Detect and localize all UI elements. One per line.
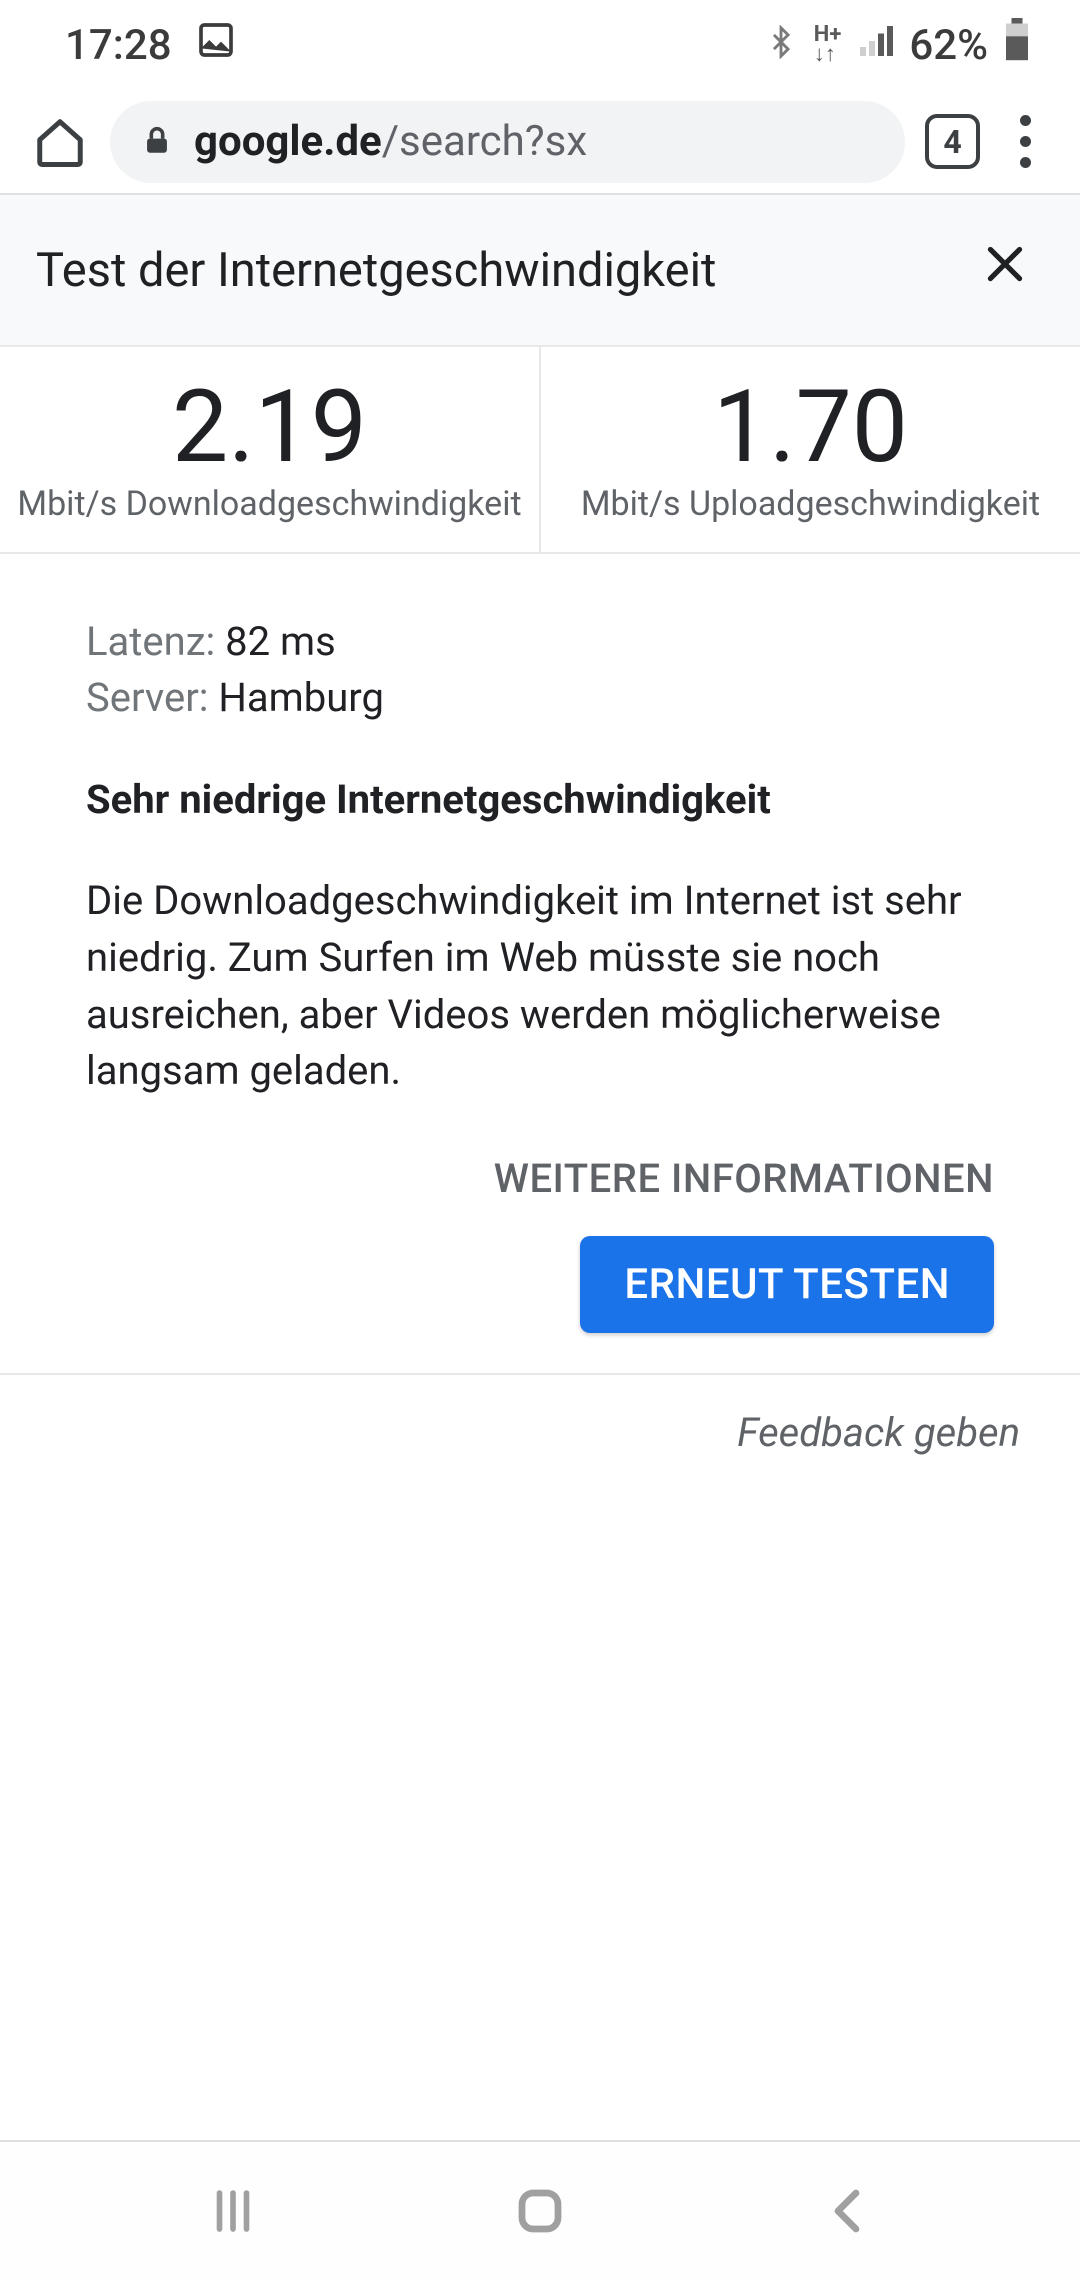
upload-cell: 1.70 Mbit/s Uploadgeschwindigkeit xyxy=(541,347,1080,552)
server-label: Server: xyxy=(86,674,218,721)
back-icon[interactable] xyxy=(820,2184,874,2238)
assessment-title: Sehr niedrige Internetgeschwindigkeit xyxy=(86,776,994,823)
home-icon[interactable] xyxy=(30,112,90,172)
url-bar[interactable]: google.de/search?sx xyxy=(110,101,905,183)
download-cell: 2.19 Mbit/s Downloadgeschwindigkeit xyxy=(0,347,541,552)
battery-icon xyxy=(1004,18,1030,72)
speed-results: 2.19 Mbit/s Downloadgeschwindigkeit 1.70… xyxy=(0,347,1080,554)
download-value: 2.19 xyxy=(0,375,539,480)
browser-bar: google.de/search?sx 4 xyxy=(0,90,1080,195)
server-line: Server: Hamburg xyxy=(86,670,994,726)
more-menu-icon[interactable] xyxy=(1000,115,1050,168)
tab-count: 4 xyxy=(943,123,961,161)
action-row: WEITERE INFORMATIONEN ERNEUT TESTEN xyxy=(86,1155,994,1333)
tab-switcher[interactable]: 4 xyxy=(925,114,980,169)
recent-apps-icon[interactable] xyxy=(206,2184,260,2238)
retest-button[interactable]: ERNEUT TESTEN xyxy=(580,1236,994,1333)
latency-label: Latenz: xyxy=(86,618,225,665)
lock-icon xyxy=(140,123,174,161)
download-label: Mbit/s Downloadgeschwindigkeit xyxy=(0,484,539,524)
assessment-body: Die Downloadgeschwindigkeit im Internet … xyxy=(86,873,994,1100)
upload-label: Mbit/s Uploadgeschwindigkeit xyxy=(541,484,1080,524)
more-info-link[interactable]: WEITERE INFORMATIONEN xyxy=(494,1155,994,1202)
latency-line: Latenz: 82 ms xyxy=(86,614,994,670)
url-domain: google.de xyxy=(194,117,382,166)
latency-value: 82 ms xyxy=(225,618,336,665)
battery-percent: 62% xyxy=(909,21,988,70)
feedback-link[interactable]: Feedback geben xyxy=(737,1409,1020,1456)
android-nav-bar xyxy=(0,2140,1080,2280)
server-value: Hamburg xyxy=(218,674,384,721)
url-path: /search?sx xyxy=(382,117,587,166)
image-icon xyxy=(196,20,236,70)
bluetooth-icon xyxy=(764,22,798,69)
status-time: 17:28 xyxy=(65,21,172,70)
url-text: google.de/search?sx xyxy=(194,117,587,166)
card-title: Test der Internetgeschwindigkeit xyxy=(36,243,716,298)
data-icon: H+↓↑ xyxy=(814,25,842,65)
feedback-row: Feedback geben xyxy=(0,1373,1080,1490)
info-section: Latenz: 82 ms Server: Hamburg Sehr niedr… xyxy=(0,554,1080,1373)
close-icon[interactable] xyxy=(970,227,1040,313)
card-header: Test der Internetgeschwindigkeit xyxy=(0,195,1080,347)
status-bar: 17:28 H+↓↑ 62% xyxy=(0,0,1080,90)
signal-icon xyxy=(857,22,893,69)
home-nav-icon[interactable] xyxy=(513,2184,567,2238)
upload-value: 1.70 xyxy=(541,375,1080,480)
